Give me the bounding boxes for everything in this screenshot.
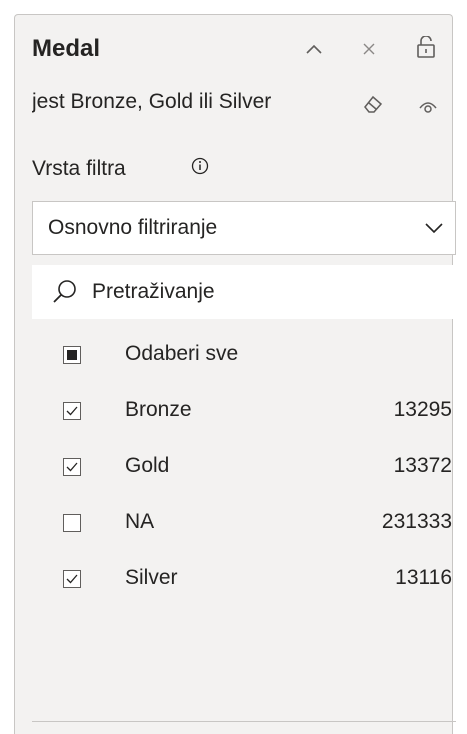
eye-icon[interactable]: [415, 93, 441, 119]
filter-type-dropdown[interactable]: Osnovno filtriranje: [32, 201, 456, 255]
filter-type-value: Osnovno filtriranje: [48, 216, 218, 239]
eraser-icon[interactable]: [360, 91, 386, 117]
list-item-count: 231333: [381, 510, 452, 533]
unlock-icon[interactable]: [413, 34, 439, 60]
list-item-label: Silver: [125, 566, 178, 589]
silver-checkbox[interactable]: [63, 570, 81, 588]
list-item-silver[interactable]: Silver 13116: [32, 560, 456, 600]
list-item-count: 13295: [393, 398, 452, 421]
na-checkbox[interactable]: [63, 514, 81, 532]
filter-type-label: Vrsta filtra: [32, 157, 126, 180]
select-all-checkbox[interactable]: [63, 346, 81, 364]
info-icon[interactable]: [190, 156, 210, 176]
filter-card: Medal jest Bronze, Gold ili Silver Vrsta…: [14, 14, 456, 734]
list-item-label: Gold: [125, 454, 170, 477]
search-box[interactable]: [32, 265, 456, 319]
search-input[interactable]: [92, 277, 432, 307]
search-icon: [52, 279, 78, 305]
list-item-label: NA: [125, 510, 155, 533]
collapse-icon[interactable]: [301, 36, 327, 62]
filter-title: Medal: [32, 35, 101, 62]
list-item-na[interactable]: NA 231333: [32, 504, 456, 544]
select-all-option[interactable]: Odaberi sve: [32, 336, 456, 376]
list-item-count: 13116: [395, 566, 452, 589]
chevron-down-icon: [423, 217, 445, 239]
gold-checkbox[interactable]: [63, 458, 81, 476]
close-icon[interactable]: [356, 36, 382, 62]
list-item-count: 13372: [393, 454, 452, 477]
list-item-label: Bronze: [125, 398, 192, 421]
bronze-checkbox[interactable]: [63, 402, 81, 420]
filter-description: jest Bronze, Gold ili Silver: [32, 90, 272, 113]
select-all-label: Odaberi sve: [125, 342, 239, 365]
list-item-gold[interactable]: Gold 13372: [32, 448, 456, 488]
list-item-bronze[interactable]: Bronze 13295: [32, 392, 456, 432]
